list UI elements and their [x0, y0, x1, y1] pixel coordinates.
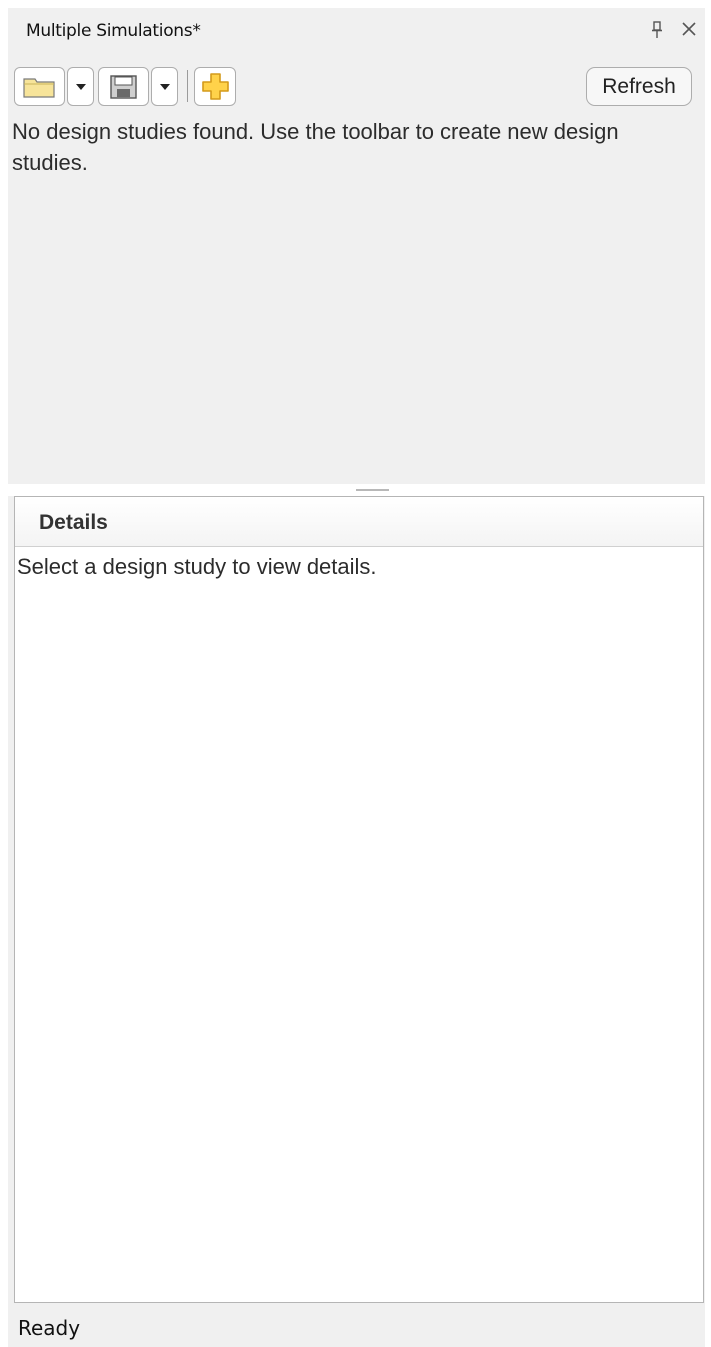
details-title: Details [39, 511, 108, 534]
status-bar-text: Ready [18, 1316, 81, 1340]
save-button[interactable] [98, 67, 149, 106]
chevron-down-icon [76, 84, 86, 90]
multiple-simulations-panel: Multiple Simulations* Refresh No design … [8, 8, 705, 1347]
panel-title-bar: Multiple Simulations* [8, 8, 705, 52]
details-panel: Details Select a design study to view de… [14, 496, 704, 1303]
open-button[interactable] [14, 67, 65, 106]
save-dropdown-button[interactable] [151, 67, 178, 106]
empty-state-message: No design studies found. Use the toolbar… [12, 119, 619, 175]
pin-icon[interactable] [651, 21, 663, 39]
splitter-grip [356, 489, 389, 491]
open-dropdown-button[interactable] [67, 67, 94, 106]
toolbar-separator [187, 70, 188, 102]
refresh-button[interactable]: Refresh [586, 67, 692, 106]
close-icon[interactable] [680, 20, 698, 38]
plus-icon [202, 73, 229, 100]
new-design-study-button[interactable] [194, 67, 236, 106]
details-header: Details [15, 497, 703, 547]
panel-title: Multiple Simulations* [26, 21, 201, 41]
folder-icon [23, 78, 55, 98]
floppy-disk-icon [110, 75, 137, 99]
details-message: Select a design study to view details. [17, 554, 377, 579]
panel-splitter[interactable] [8, 484, 705, 496]
chevron-down-icon [160, 84, 170, 90]
